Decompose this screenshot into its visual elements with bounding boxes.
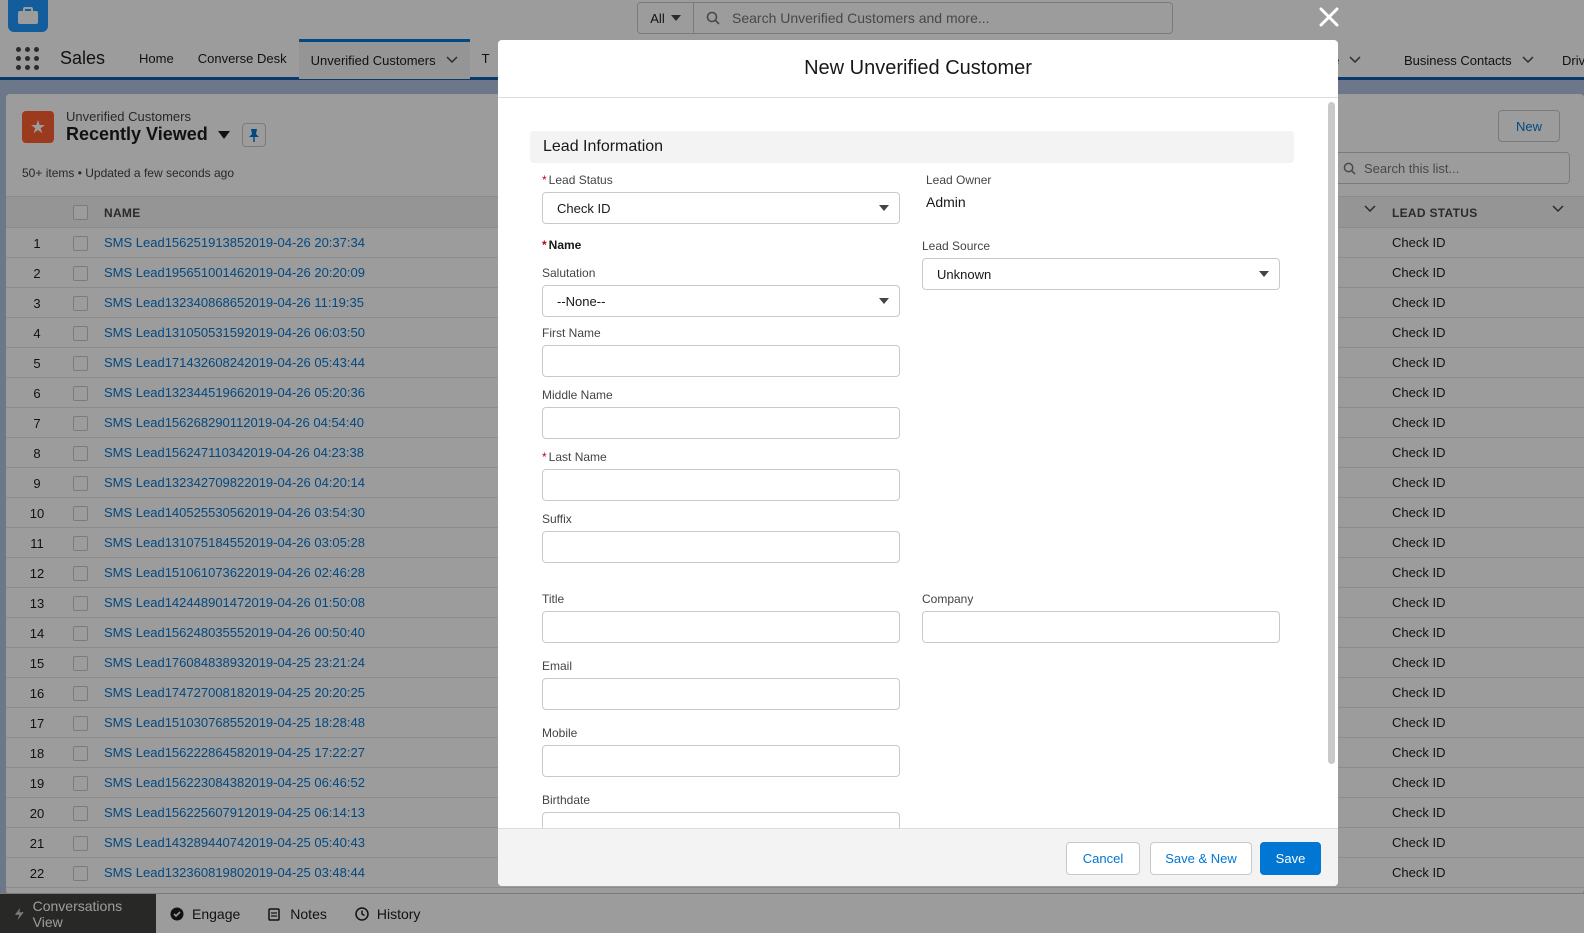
email-input[interactable] [542, 678, 900, 710]
email-label: Email [542, 659, 573, 673]
lead-status-value: Check ID [557, 200, 611, 216]
lead-source-value: Unknown [937, 266, 992, 282]
lead-status-label: * Lead Status [542, 173, 613, 187]
mobile-label: Mobile [542, 726, 578, 740]
lead-owner-label: Lead Owner [926, 173, 992, 187]
modal-footer: Cancel Save & New Save [498, 828, 1338, 886]
modal-scrollbar[interactable] [1328, 102, 1335, 764]
cancel-button[interactable]: Cancel [1066, 842, 1140, 875]
required-marker: * [542, 450, 547, 464]
section-lead-information[interactable]: Lead Information [530, 131, 1294, 163]
company-label: Company [922, 592, 974, 606]
label-text: Last Name [548, 450, 607, 464]
caret-down-icon [879, 205, 889, 211]
required-marker: * [542, 238, 547, 252]
suffix-label: Suffix [542, 512, 572, 526]
suffix-input[interactable] [542, 531, 900, 563]
last-name-label: * Last Name [542, 450, 607, 464]
lead-status-select[interactable]: Check ID [542, 192, 900, 224]
birthdate-label: Birthdate [542, 793, 591, 807]
title-label: Title [542, 592, 565, 606]
label-text: Lead Status [548, 173, 613, 187]
modal-body: Lead Information * Lead Status Check ID *… [498, 98, 1338, 828]
caret-down-icon [879, 298, 889, 304]
label-text: Name [548, 238, 582, 252]
salutation-select[interactable]: --None-- [542, 285, 900, 317]
company-input[interactable] [922, 611, 1280, 643]
save-and-new-button[interactable]: Save & New [1150, 842, 1252, 875]
name-label: * Name [542, 238, 581, 252]
save-button[interactable]: Save [1260, 842, 1321, 875]
salutation-label: Salutation [542, 266, 596, 280]
mobile-input[interactable] [542, 745, 900, 777]
middle-name-input[interactable] [542, 407, 900, 439]
last-name-input[interactable] [542, 469, 900, 501]
caret-down-icon [1259, 271, 1269, 277]
first-name-input[interactable] [542, 345, 900, 377]
new-record-modal: New Unverified Customer Lead Information… [498, 40, 1338, 886]
lead-source-select[interactable]: Unknown [922, 258, 1280, 290]
close-icon [1319, 7, 1339, 27]
lead-owner-value: Admin [926, 194, 966, 210]
birthdate-input[interactable] [542, 812, 900, 828]
modal-title: New Unverified Customer [498, 40, 1338, 98]
title-input[interactable] [542, 611, 900, 643]
middle-name-label: Middle Name [542, 388, 613, 402]
first-name-label: First Name [542, 326, 601, 340]
close-modal-button[interactable] [1316, 4, 1342, 30]
lead-source-label: Lead Source [922, 239, 991, 253]
salutation-value: --None-- [557, 293, 606, 309]
required-marker: * [542, 173, 547, 187]
